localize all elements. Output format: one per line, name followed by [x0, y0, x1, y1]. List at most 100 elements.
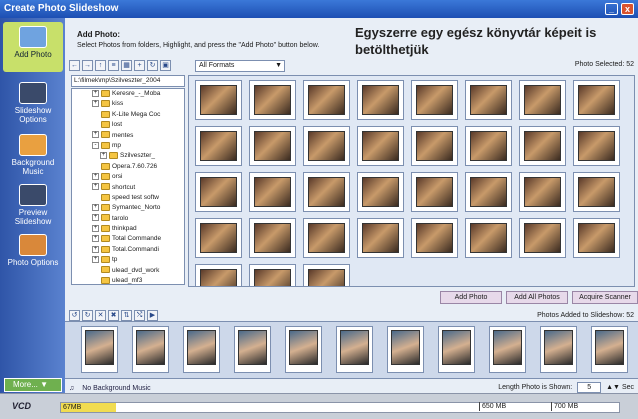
tree-node[interactable]: Opera.7.60.726 [72, 162, 184, 172]
photo-thumbnail[interactable] [573, 80, 620, 120]
sidebar-item-photo-options[interactable]: Photo Options [3, 234, 63, 267]
tree-node[interactable]: + tarolo [72, 214, 184, 224]
added-photo-thumbnail[interactable] [285, 326, 322, 373]
expand-toggle-icon[interactable]: + [92, 245, 99, 253]
photo-thumbnail[interactable] [249, 264, 296, 286]
photo-thumbnail[interactable] [411, 172, 458, 212]
expand-toggle-icon[interactable]: + [100, 152, 107, 160]
tree-node[interactable]: speed test softw [72, 193, 184, 203]
photo-thumbnail[interactable] [195, 172, 242, 212]
tree-node[interactable]: + Total.Commandi [72, 245, 184, 255]
photo-thumbnail[interactable] [357, 218, 404, 258]
shuffle-icon[interactable]: ⤭ [134, 310, 145, 321]
tree-node[interactable]: + orsi [72, 172, 184, 182]
expand-toggle-icon[interactable]: - [92, 141, 99, 149]
delete-all-icon[interactable]: ✖ [108, 310, 119, 321]
photo-thumbnail[interactable] [303, 264, 350, 286]
add-photo-button[interactable]: Add Photo [440, 291, 502, 304]
spin-icon[interactable]: ▲▼ [606, 384, 620, 391]
photo-thumbnail[interactable] [249, 172, 296, 212]
added-photo-thumbnail[interactable] [336, 326, 373, 373]
photo-thumbnail[interactable] [465, 80, 512, 120]
tree-node[interactable]: + Keresre_-_Moba [72, 89, 184, 99]
sidebar-item-add-photo[interactable]: Add Photo [3, 22, 63, 72]
tree-node[interactable]: lost [72, 120, 184, 130]
photo-thumbnail[interactable] [411, 126, 458, 166]
photo-thumbnail[interactable] [303, 126, 350, 166]
added-photo-thumbnail[interactable] [81, 326, 118, 373]
add-all-photos-button[interactable]: Add All Photos [506, 291, 568, 304]
photo-thumbnail[interactable] [519, 218, 566, 258]
photo-thumbnail[interactable] [195, 264, 242, 286]
tree-node[interactable]: K-Lite Mega Coc [72, 110, 184, 120]
forward-icon[interactable]: → [82, 60, 93, 71]
refresh-icon[interactable]: ↻ [147, 60, 158, 71]
rotate-left-icon[interactable]: ↺ [69, 310, 80, 321]
expand-toggle-icon[interactable]: + [92, 131, 99, 139]
new-folder-icon[interactable]: + [134, 60, 145, 71]
expand-toggle-icon[interactable]: + [92, 100, 99, 108]
expand-toggle-icon[interactable]: + [92, 183, 99, 191]
view-thumbs-icon[interactable]: ▦ [121, 60, 132, 71]
added-photo-thumbnail[interactable] [387, 326, 424, 373]
added-photo-thumbnail[interactable] [489, 326, 526, 373]
sidebar-item-background-music[interactable]: Background Music [3, 134, 63, 176]
added-photo-thumbnail[interactable] [132, 326, 169, 373]
photo-thumbnail[interactable] [195, 218, 242, 258]
close-button[interactable]: x [621, 3, 634, 15]
tree-node[interactable]: + thinkpad [72, 224, 184, 234]
expand-toggle-icon[interactable]: + [92, 214, 99, 222]
photo-thumbnail[interactable] [519, 126, 566, 166]
sort-icon[interactable]: ⇅ [121, 310, 132, 321]
photo-thumbnail[interactable] [519, 80, 566, 120]
photo-thumbnail[interactable] [357, 80, 404, 120]
minimize-button[interactable]: _ [605, 3, 618, 15]
photo-thumbnail[interactable] [195, 80, 242, 120]
expand-toggle-icon[interactable]: + [92, 256, 99, 264]
photo-thumbnail[interactable] [573, 172, 620, 212]
expand-toggle-icon[interactable]: + [92, 89, 99, 97]
photo-thumbnail[interactable] [357, 126, 404, 166]
up-folder-icon[interactable]: ↑ [95, 60, 106, 71]
expand-toggle-icon[interactable]: + [92, 235, 99, 243]
back-icon[interactable]: ← [69, 60, 80, 71]
folder-path-select[interactable]: L:\filmek\mp\Szilveszter_2004 [71, 75, 185, 87]
photo-thumbnail[interactable] [249, 126, 296, 166]
photo-thumbnail[interactable] [303, 172, 350, 212]
tree-node[interactable]: + Symantec_Norto [72, 203, 184, 213]
photo-thumbnail[interactable] [195, 126, 242, 166]
tree-node[interactable]: ulead_mf3 [72, 276, 184, 284]
tree-node[interactable]: + tp [72, 255, 184, 265]
select-all-icon[interactable]: ▣ [160, 60, 171, 71]
photo-thumbnail[interactable] [411, 218, 458, 258]
photo-thumbnail[interactable] [303, 80, 350, 120]
expand-toggle-icon[interactable]: + [92, 204, 99, 212]
photo-thumbnail[interactable] [465, 172, 512, 212]
expand-toggle-icon[interactable]: + [92, 172, 99, 180]
sidebar-item-preview[interactable]: Preview Slideshow [3, 184, 63, 226]
added-photo-thumbnail[interactable] [540, 326, 577, 373]
photo-thumbnail[interactable] [465, 126, 512, 166]
photo-thumbnail[interactable] [573, 126, 620, 166]
photo-thumbnail[interactable] [249, 218, 296, 258]
expand-toggle-icon[interactable]: + [92, 224, 99, 232]
tree-node[interactable]: + Total Commande [72, 234, 184, 244]
photo-thumbnail[interactable] [465, 218, 512, 258]
more-button[interactable]: More... ▼ [4, 378, 62, 392]
acquire-scanner-button[interactable]: Acquire Scanner [572, 291, 638, 304]
added-photo-thumbnail[interactable] [183, 326, 220, 373]
photo-thumbnail[interactable] [411, 80, 458, 120]
format-filter-select[interactable]: All Formats ▼ [195, 60, 285, 72]
play-icon[interactable]: ▶ [147, 310, 158, 321]
tree-node[interactable]: + Szilveszter_ [72, 151, 184, 161]
photo-thumbnail[interactable] [303, 218, 350, 258]
photo-thumbnail[interactable] [519, 172, 566, 212]
added-photo-thumbnail[interactable] [591, 326, 628, 373]
length-input[interactable]: 5 [577, 382, 602, 393]
tree-node[interactable]: - mp [72, 141, 184, 151]
sidebar-item-slideshow-options[interactable]: Slideshow Options [3, 82, 63, 124]
photo-thumbnail[interactable] [357, 172, 404, 212]
tree-node[interactable]: + shortcut [72, 183, 184, 193]
tree-node[interactable]: + mentes [72, 131, 184, 141]
view-list-icon[interactable]: ≡ [108, 60, 119, 71]
